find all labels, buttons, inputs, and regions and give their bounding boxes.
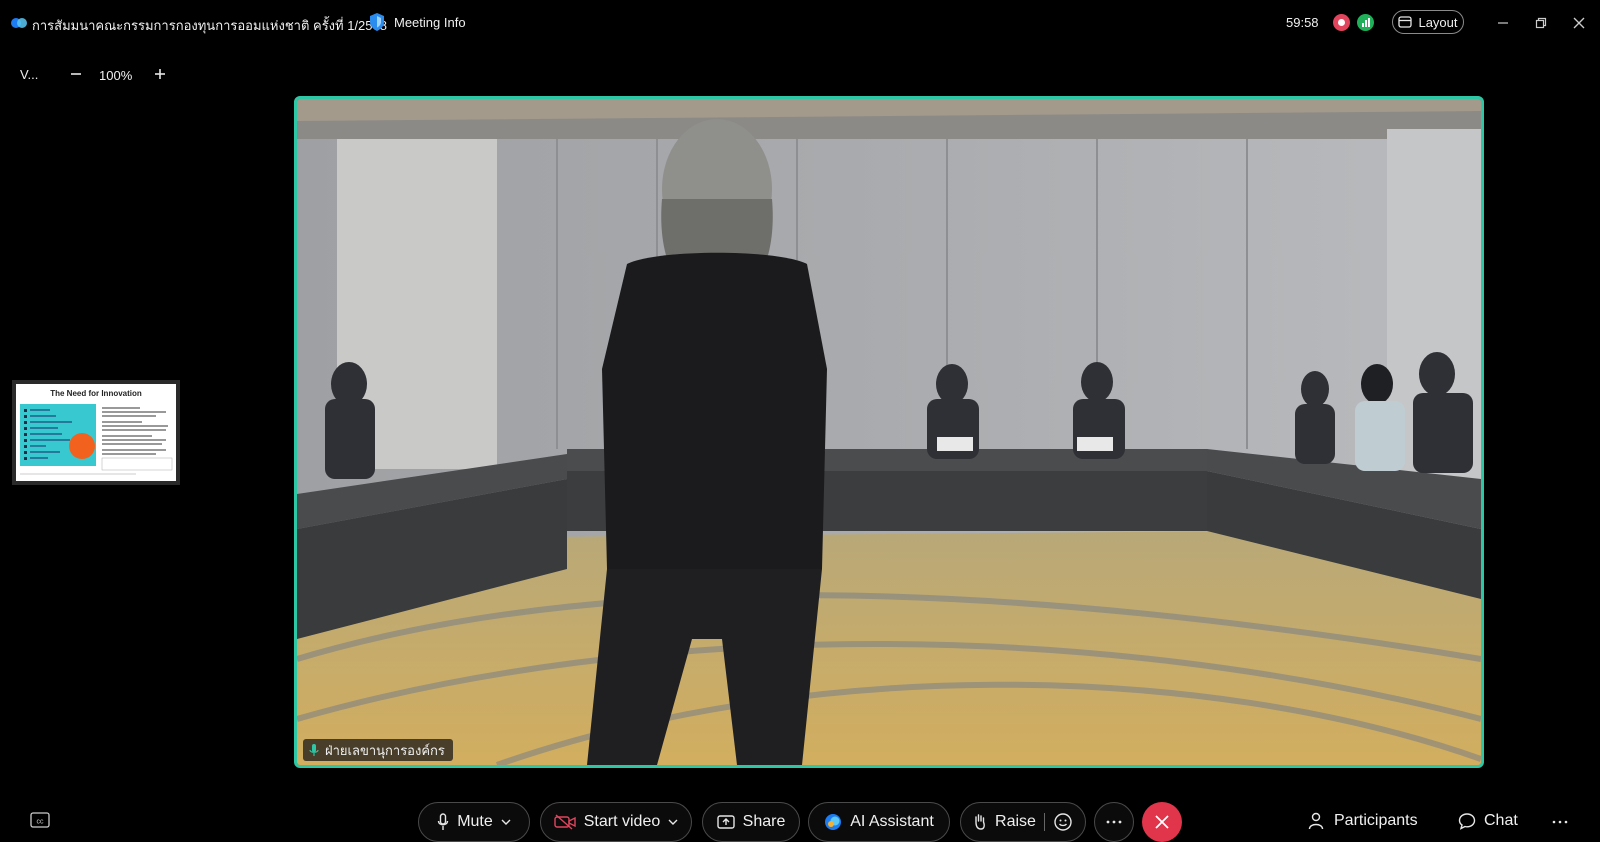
zoom-level: 100% [99, 68, 133, 83]
captions-icon[interactable]: cc [30, 812, 50, 828]
meeting-info-button[interactable]: Meeting Info [368, 12, 466, 32]
restore-button[interactable] [1530, 12, 1552, 34]
signal-icon[interactable] [1357, 14, 1374, 31]
recording-icon[interactable] [1333, 14, 1350, 31]
layout-label: Layout [1418, 14, 1458, 30]
minimize-icon [1498, 22, 1508, 24]
chat-button[interactable]: Chat [1458, 812, 1518, 830]
meeting-room-video-feed [297, 99, 1481, 765]
view-menu[interactable]: V... [20, 67, 38, 82]
participant-name: ฝ่ายเลขานุการองค์กร [325, 742, 445, 758]
mic-icon [309, 744, 319, 756]
divider [1043, 813, 1045, 831]
more-icon [1106, 820, 1122, 824]
reaction-icon[interactable] [1053, 812, 1073, 832]
chat-icon [1458, 813, 1476, 830]
raise-hand-icon [975, 814, 985, 830]
share-button[interactable]: Share [702, 802, 800, 842]
chat-label: Chat [1484, 812, 1518, 829]
mute-button[interactable]: Mute [418, 802, 530, 842]
restore-icon [1535, 17, 1547, 29]
ai-assistant-button[interactable]: AI Assistant [808, 802, 950, 842]
raise-hand-button[interactable]: Raise [960, 802, 1086, 842]
chevron-down-icon[interactable] [668, 819, 678, 825]
meeting-title: การสัมมนาคณะกรรมการกองทุนการออมแห่งชาติ … [32, 18, 387, 33]
minimize-button[interactable] [1492, 12, 1514, 34]
svg-text:cc: cc [37, 819, 45, 826]
meeting-timer: 59:58 [1286, 15, 1319, 30]
participants-label: Participants [1334, 812, 1418, 829]
title-bar: การสัมมนาคณะกรรมการกองทุนการออมแห่งชาติ … [0, 0, 1600, 46]
more-button[interactable] [1094, 802, 1134, 842]
ai-assistant-label: AI Assistant [850, 813, 934, 830]
slide-preview [20, 404, 173, 475]
more-options-icon[interactable] [1552, 820, 1568, 824]
share-screen-icon [716, 815, 735, 829]
close-window-button[interactable] [1568, 12, 1590, 34]
start-video-button[interactable]: Start video [540, 802, 692, 842]
participants-button[interactable]: Participants [1308, 812, 1418, 830]
ai-assistant-icon [825, 814, 842, 830]
end-call-icon [1155, 815, 1169, 829]
shared-content-thumbnail[interactable]: The Need for Innovation [12, 380, 180, 485]
end-call-button[interactable] [1142, 802, 1182, 842]
layout-button[interactable]: Layout [1392, 10, 1464, 34]
meeting-info-label: Meeting Info [394, 14, 466, 30]
zoom-out-icon[interactable] [66, 64, 86, 84]
participant-name-tag: ฝ่ายเลขานุการองค์กร [303, 739, 453, 761]
video-off-icon [554, 814, 576, 830]
mute-label: Mute [457, 813, 493, 830]
active-speaker-video[interactable]: ฝ่ายเลขานุการองค์กร [294, 96, 1484, 768]
raise-label: Raise [995, 813, 1036, 830]
layout-icon [1398, 16, 1413, 28]
shield-icon [370, 13, 384, 31]
start-video-label: Start video [583, 813, 661, 830]
share-label: Share [742, 813, 786, 830]
app-logo-icon [11, 18, 27, 28]
zoom-in-icon[interactable] [150, 64, 170, 84]
participants-icon [1308, 812, 1324, 830]
chevron-down-icon[interactable] [501, 819, 511, 825]
close-icon [1573, 17, 1585, 29]
mic-icon [438, 813, 449, 830]
